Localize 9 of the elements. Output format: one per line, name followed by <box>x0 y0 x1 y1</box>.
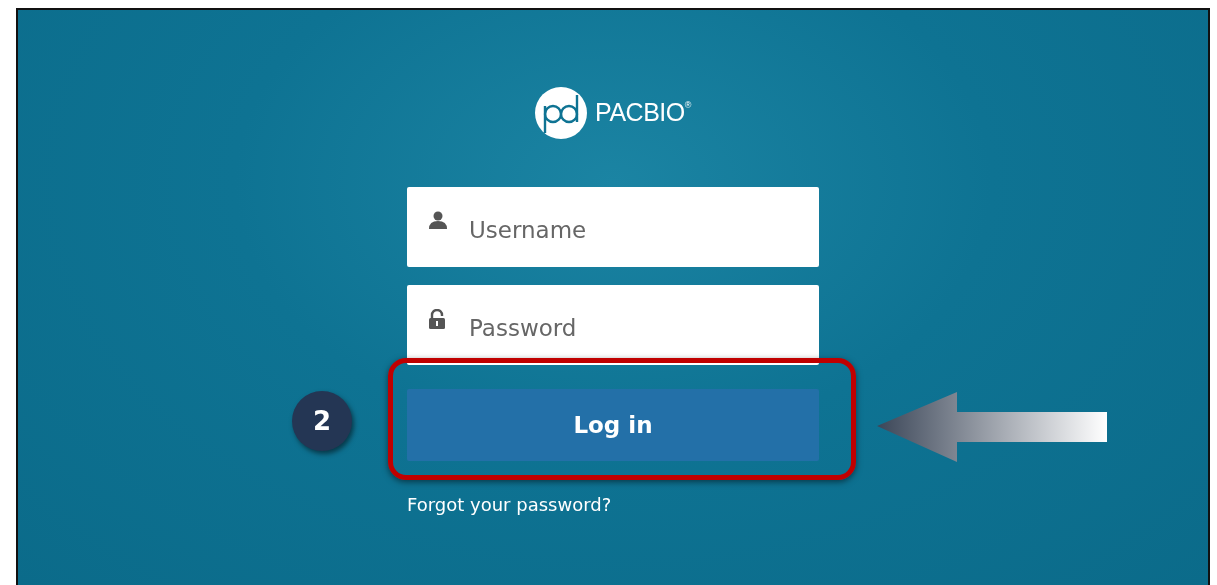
lock-icon <box>429 309 445 329</box>
forgot-password-link[interactable]: Forgot your password? <box>407 491 612 518</box>
password-field[interactable]: Password <box>407 285 819 365</box>
login-button[interactable]: Log in <box>407 389 819 461</box>
user-icon <box>429 211 447 229</box>
step-badge: 2 <box>292 391 352 451</box>
logo-icon <box>535 86 588 139</box>
logo-wordmark: PACBIO$^{®}$ <box>595 96 691 128</box>
username-field[interactable]: Username <box>407 187 819 267</box>
